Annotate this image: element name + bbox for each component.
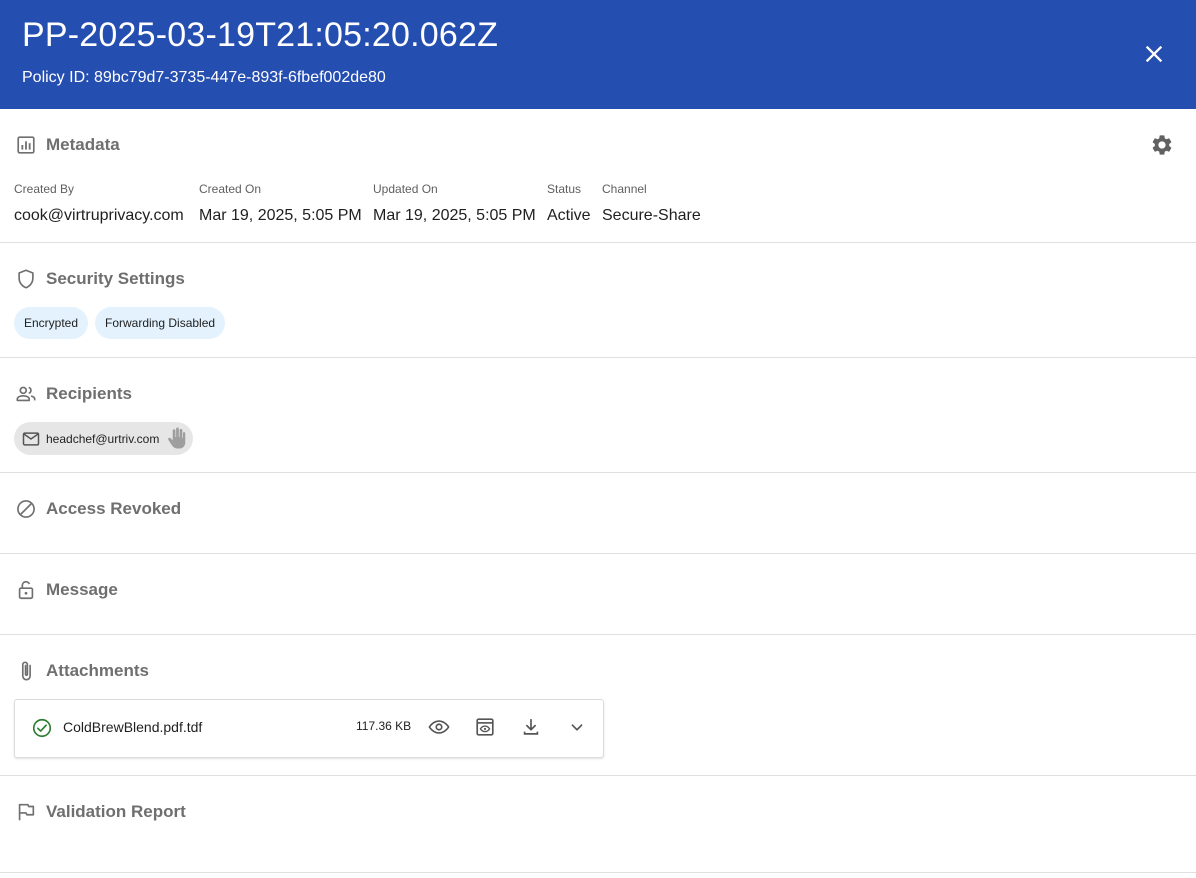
encrypted-chip: Encrypted [14,307,89,339]
validation-section [0,776,1196,873]
attachment-item[interactable]: ColdBrewBlend.pdf.tdf 117.36 KB [14,699,604,758]
mail-icon [21,429,41,449]
forwarding-disabled-chip: Forwarding Disabled [95,307,226,339]
flag-icon [14,800,38,824]
recipients-section [0,358,1196,473]
channel-field: Channel Secure-Share [602,182,701,226]
chart-icon [14,133,38,157]
message-title: Message [46,580,118,599]
created-by-label: Created By [14,182,75,196]
security-title: Security Settings [46,269,185,288]
updated-on-field: Updated On Mar 19, 2025, 5:05 PM [373,182,536,226]
hand-icon[interactable] [166,427,188,449]
status-field: Status Active [547,182,591,226]
paperclip-icon [14,659,38,683]
metadata-title: Metadata [46,135,120,154]
download-icon[interactable] [519,715,543,739]
created-on-label: Created On [199,182,262,196]
preview-icon[interactable] [473,715,497,739]
attachment-name: ColdBrewBlend.pdf.tdf [63,719,203,735]
shield-icon [14,267,38,291]
validation-heading: Validation Report [14,800,186,824]
attachments-heading: Attachments [14,659,149,683]
validation-title: Validation Report [46,802,186,821]
channel-label: Channel [602,182,647,196]
lock-icon [14,578,38,602]
security-section [0,243,1196,358]
eye-icon[interactable] [427,715,451,739]
status-value: Active [547,207,591,224]
page-title: PP-2025-03-19T21:05:20.062Z [22,16,499,54]
check-circle-icon [31,717,53,739]
attachment-size: 117.36 KB [356,719,412,733]
access-revoked-heading: Access Revoked [14,497,181,521]
recipient-email: headchef@urtriv.com [46,431,160,446]
created-by-value: cook@virtruprivacy.com [14,207,184,224]
close-icon[interactable] [1140,40,1168,68]
policy-id: Policy ID: 89bc79d7-3735-447e-893f-6fbef… [22,69,386,86]
message-section [0,554,1196,635]
updated-on-label: Updated On [373,182,438,196]
channel-value: Secure-Share [602,207,701,224]
gear-icon[interactable] [1150,133,1174,157]
attachments-title: Attachments [46,661,149,680]
recipient-chip[interactable]: headchef@urtriv.com [14,422,193,455]
message-heading: Message [14,578,118,602]
access-revoked-title: Access Revoked [46,499,182,518]
recipients-title: Recipients [46,384,132,403]
status-label: Status [547,182,582,196]
recipients-heading: Recipients [14,382,132,406]
created-by-field: Created By cook@virtruprivacy.com [14,182,184,226]
created-on-field: Created On Mar 19, 2025, 5:05 PM [199,182,362,226]
created-on-value: Mar 19, 2025, 5:05 PM [199,207,362,224]
security-heading: Security Settings [14,267,185,291]
metadata-heading: Metadata [14,133,120,157]
updated-on-value: Mar 19, 2025, 5:05 PM [373,207,536,224]
chevron-down-icon[interactable] [565,715,589,739]
block-icon [14,497,38,521]
policy-header: PP-2025-03-19T21:05:20.062Z Policy ID: 8… [0,0,1196,109]
people-icon [14,382,38,406]
